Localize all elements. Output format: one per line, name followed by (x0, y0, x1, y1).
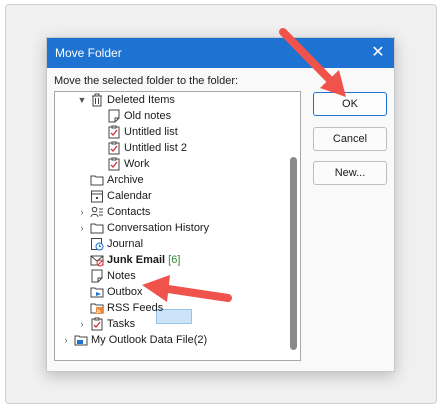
trash-icon (92, 93, 102, 107)
rss-feed-icon (90, 303, 104, 314)
note-icon (91, 269, 103, 283)
folder-tree[interactable]: ▼ Deleted Items Old notes Untitled list … (54, 91, 301, 361)
tree-item-label: Calendar (107, 190, 152, 202)
tree-item-outbox[interactable]: Outbox (55, 284, 285, 300)
tree-item-junk-email[interactable]: Junk Email [6] (55, 252, 285, 268)
journal-icon (91, 238, 104, 251)
tree-item-label: Notes (107, 270, 136, 282)
title-bar: Move Folder ✕ (47, 38, 394, 68)
task-list-icon (91, 317, 103, 331)
junk-email-icon (90, 255, 104, 267)
tree-item-untitled-list[interactable]: Untitled list (55, 124, 285, 140)
unread-count-badge: [6] (168, 254, 181, 266)
junk-email-label: Junk Email (107, 254, 166, 266)
ok-button[interactable]: OK (313, 92, 387, 116)
tree-item-label: Outbox (107, 286, 143, 298)
tree-item-label: RSS Feeds (107, 302, 164, 314)
vertical-scrollbar[interactable] (289, 95, 298, 357)
tree-item-data-file[interactable]: › My Outlook Data File(2) (55, 332, 285, 348)
tree-item-tasks[interactable]: › Tasks (55, 316, 285, 332)
tree-item-untitled-list-2[interactable]: Untitled list 2 (55, 140, 285, 156)
chevron-down-icon[interactable]: ▼ (77, 92, 87, 108)
tree-item-work[interactable]: Work (55, 156, 285, 172)
tree-item-label: Old notes (124, 110, 172, 122)
tree-item-label: Tasks (107, 318, 136, 330)
cancel-button[interactable]: Cancel (313, 127, 387, 151)
tree-item-label: Archive (107, 174, 144, 186)
tree-item-label: My Outlook Data File(2) (91, 334, 208, 346)
tree-item-label: Junk Email [6] (107, 252, 180, 268)
chevron-right-icon[interactable]: › (77, 316, 87, 332)
tree-item-rss-feeds[interactable]: RSS Feeds (55, 300, 285, 316)
chevron-right-icon[interactable]: › (61, 332, 71, 348)
chevron-right-icon[interactable]: › (77, 204, 87, 220)
outbox-icon (90, 287, 104, 298)
task-list-icon (108, 125, 120, 139)
tree-item-label: Conversation History (107, 222, 210, 234)
tree-item-label: Journal (107, 238, 144, 250)
folder-icon (90, 223, 104, 234)
tree-item-contacts[interactable]: › Contacts (55, 204, 285, 220)
contacts-icon (90, 206, 103, 218)
tree-item-label: Untitled list (124, 126, 178, 138)
tree-item-deleted-items[interactable]: ▼ Deleted Items (55, 92, 285, 108)
tree-item-label: Work (124, 158, 150, 170)
calendar-icon (91, 190, 103, 203)
folder-icon (90, 175, 104, 186)
task-list-icon (108, 141, 120, 155)
tree-item-notes[interactable]: Notes (55, 268, 285, 284)
dialog-title: Move Folder (55, 46, 122, 60)
tree-item-label: Contacts (107, 206, 151, 218)
tree-item-conversation-history[interactable]: › Conversation History (55, 220, 285, 236)
tree-item-label: Deleted Items (107, 94, 175, 106)
chevron-right-icon[interactable]: › (77, 220, 87, 236)
tree-item-old-notes[interactable]: Old notes (55, 108, 285, 124)
scrollbar-thumb[interactable] (290, 157, 297, 350)
new-folder-button[interactable]: New... (313, 161, 387, 185)
dialog-prompt: Move the selected folder to the folder: (54, 75, 239, 87)
move-folder-dialog: Move Folder ✕ Move the selected folder t… (46, 37, 395, 372)
data-file-icon (74, 335, 88, 346)
tree-item-journal[interactable]: Journal (55, 236, 285, 252)
tree-item-label: Untitled list 2 (124, 142, 187, 154)
note-icon (108, 109, 120, 123)
close-icon[interactable]: ✕ (368, 43, 388, 63)
task-list-icon (108, 157, 120, 171)
tree-item-calendar[interactable]: Calendar (55, 188, 285, 204)
tree-item-archive[interactable]: Archive (55, 172, 285, 188)
